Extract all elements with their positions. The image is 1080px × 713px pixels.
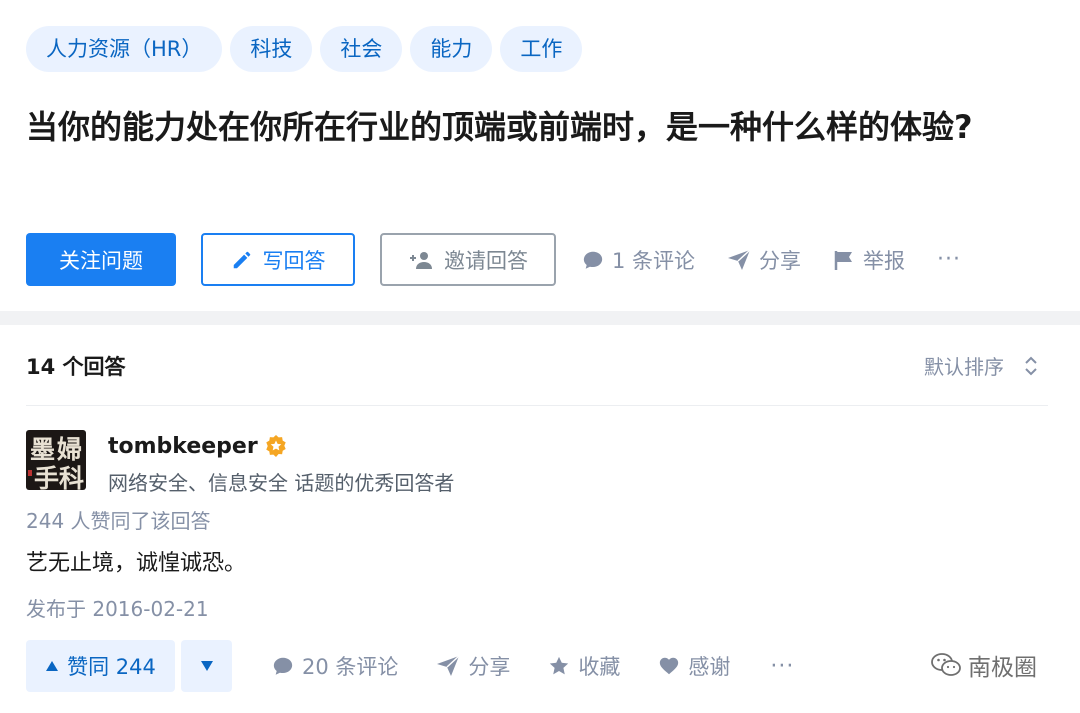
share-plane-icon <box>437 655 460 676</box>
follow-question-button[interactable]: 关注问题 <box>26 233 176 286</box>
share-plane-icon <box>728 248 751 270</box>
author-description: 网络安全、信息安全 话题的优秀回答者 <box>108 471 455 495</box>
flag-icon <box>834 250 853 270</box>
question-share-label: 分享 <box>759 248 802 273</box>
answers-count: 14 个回答 <box>26 354 126 379</box>
answer-comments-button[interactable]: 20 条评论 <box>272 651 398 681</box>
collect-button[interactable]: 收藏 <box>548 651 620 681</box>
avatar-char: 手 <box>34 464 60 490</box>
collect-label: 收藏 <box>578 655 621 679</box>
topic-tag-tech[interactable]: 科技 <box>230 26 313 72</box>
watermark: 南极圈 <box>930 648 1037 682</box>
wechat-icon <box>931 653 961 676</box>
report-button[interactable]: 举报 <box>833 245 905 275</box>
section-divider <box>0 311 1080 325</box>
report-label: 举报 <box>863 248 906 273</box>
triangle-up-icon <box>46 661 59 671</box>
add-person-icon <box>410 251 432 269</box>
thanks-label: 感谢 <box>688 655 731 679</box>
publish-date[interactable]: 发布于 2016-02-21 <box>26 593 209 622</box>
write-answer-label: 写回答 <box>262 248 326 273</box>
triangle-down-icon <box>200 661 213 671</box>
question-comments-label: 1 条评论 <box>612 248 696 273</box>
answer-author: 墨 婦 手 科 tombkeeper 网络安全、信息安全 话题的优秀回答者 <box>26 430 454 496</box>
upvote-label: 赞同 244 <box>67 655 156 679</box>
topic-tag-hr[interactable]: 人力资源（HR） <box>26 26 223 72</box>
question-comments-button[interactable]: 1 条评论 <box>582 245 695 275</box>
topic-tags: 人力资源（HR） 科技 社会 能力 工作 <box>26 26 583 72</box>
answer-more-button[interactable]: ··· <box>770 654 794 679</box>
pencil-icon <box>233 251 250 268</box>
topic-tag-ability[interactable]: 能力 <box>410 26 493 72</box>
answer-content: 艺无止境，诚惶诚恐。 <box>26 551 247 576</box>
gold-star-badge-icon <box>266 435 286 457</box>
question-actions: 关注问题 写回答 邀请回答 1 条评论 分享 举报 ··· <box>26 233 961 286</box>
author-name[interactable]: tombkeeper <box>108 434 258 459</box>
question-share-button[interactable]: 分享 <box>727 245 801 275</box>
question-more-button[interactable]: ··· <box>937 247 961 272</box>
author-name-row: tombkeeper <box>108 431 454 461</box>
avatar-seal <box>28 470 32 476</box>
sort-dropdown[interactable]: 默认排序 <box>924 351 1038 380</box>
thanks-button[interactable]: 感谢 <box>658 651 730 681</box>
watermark-text: 南极圈 <box>968 655 1037 681</box>
invite-answer-label: 邀请回答 <box>444 248 528 273</box>
answers-header: 14 个回答 默认排序 <box>26 326 1048 406</box>
sort-label: 默认排序 <box>924 355 1004 379</box>
avatar[interactable]: 墨 婦 手 科 <box>26 430 86 490</box>
answer-actions: 赞同 244 20 条评论 分享 收藏 感谢 ··· <box>26 640 794 692</box>
answer-share-label: 分享 <box>468 655 511 679</box>
upvote-button[interactable]: 赞同 244 <box>26 640 175 692</box>
comment-bubble-icon <box>273 657 293 675</box>
vote-count-text: 244 人赞同了该回答 <box>26 509 211 533</box>
comment-bubble-icon <box>583 251 603 269</box>
avatar-char: 科 <box>59 464 85 490</box>
heart-icon <box>660 657 679 675</box>
write-answer-button[interactable]: 写回答 <box>201 233 355 286</box>
question-title: 当你的能力处在你所在行业的顶端或前端时，是一种什么样的体验? <box>26 108 973 146</box>
sort-updown-chevron-icon <box>1025 356 1037 375</box>
answer-comments-label: 20 条评论 <box>302 655 399 679</box>
invite-answer-button[interactable]: 邀请回答 <box>380 233 556 286</box>
topic-tag-work[interactable]: 工作 <box>500 26 583 72</box>
downvote-button[interactable] <box>181 640 232 692</box>
star-icon <box>550 656 569 675</box>
topic-tag-society[interactable]: 社会 <box>320 26 403 72</box>
answer-share-button[interactable]: 分享 <box>436 651 510 681</box>
